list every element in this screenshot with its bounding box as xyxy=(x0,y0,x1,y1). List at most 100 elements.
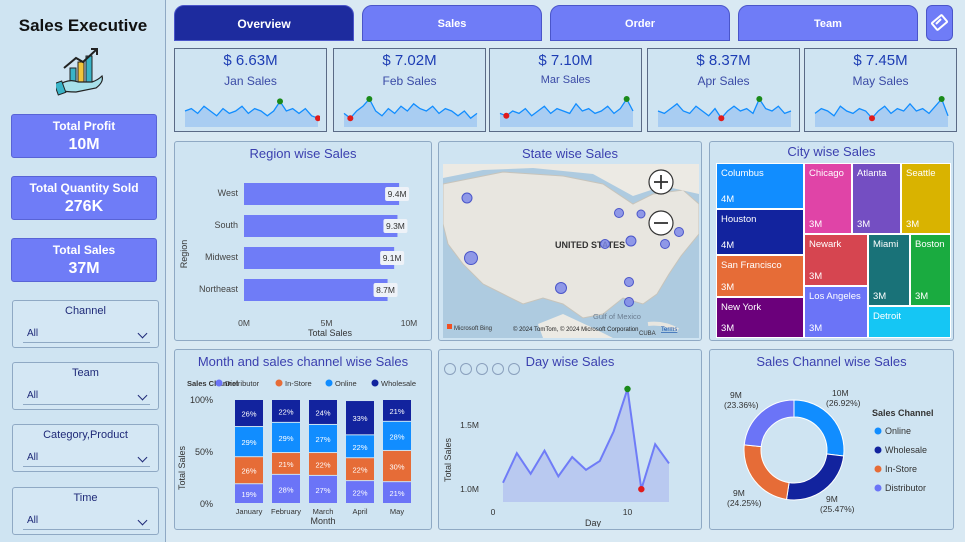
slice-percent-label: (25.47%) xyxy=(820,504,855,514)
tm-name: New York xyxy=(721,302,762,313)
terms-link[interactable]: Terms xyxy=(661,327,677,333)
state-map-visual[interactable]: State wise Sales UNITED STATES Gulf of M… xyxy=(438,141,702,341)
app-title: Sales Executive xyxy=(18,16,148,35)
month-card-may: $ 7.45M May Sales xyxy=(804,48,957,132)
treemap-cell-detroit[interactable]: Detroit xyxy=(868,306,951,338)
legend-marker xyxy=(325,379,333,387)
map-bubble[interactable] xyxy=(624,277,634,287)
map-bubble[interactable] xyxy=(600,239,610,249)
region-sales-visual[interactable]: Region wise Sales Region Total Sales Wes… xyxy=(174,141,432,341)
region-category-label: South xyxy=(214,220,238,230)
segment-label: 22% xyxy=(352,466,367,475)
treemap-cell-columbus[interactable]: Columbus 4M xyxy=(716,163,804,209)
bing-logo-icon xyxy=(447,324,452,329)
map-bubble[interactable] xyxy=(624,297,634,307)
x-tick: February xyxy=(271,507,301,516)
tab-team[interactable]: Team xyxy=(738,5,918,41)
slicer-team[interactable]: Team All xyxy=(12,362,159,410)
x-tick: 10 xyxy=(623,507,633,517)
zoom-in-button[interactable] xyxy=(648,169,674,195)
tm-name: Houston xyxy=(721,214,757,225)
channel-dropdown[interactable]: All xyxy=(23,325,150,343)
segment-label: 33% xyxy=(352,414,367,423)
tm-value: 3M xyxy=(809,323,823,334)
month-channel-visual[interactable]: Month and sales channel wise Sales Sales… xyxy=(174,349,432,530)
map-bubble[interactable] xyxy=(464,251,478,265)
tm-name: Detroit xyxy=(873,311,901,322)
segment-label: 22% xyxy=(278,407,293,416)
zoom-out-button[interactable] xyxy=(648,210,674,236)
treemap-cell-miami[interactable]: Miami 3M xyxy=(868,234,910,306)
region-bar xyxy=(244,247,395,269)
treemap-cell-new-york[interactable]: New York 3M xyxy=(716,297,804,338)
map-copyright: © 2024 TomTom, © 2024 Microsoft Corporat… xyxy=(513,326,638,333)
x-tick: 0 xyxy=(491,507,496,517)
country-label: UNITED STATES xyxy=(555,240,625,250)
category-product-dropdown[interactable]: All xyxy=(23,449,150,467)
slicer-channel[interactable]: Channel All xyxy=(12,300,159,348)
y-tick: 1.0M xyxy=(460,484,479,494)
treemap-cell-houston[interactable]: Houston 4M xyxy=(716,209,804,255)
dropdown-value: All xyxy=(27,452,39,463)
slicer-time[interactable]: Time All xyxy=(12,487,159,535)
tm-name: Columbus xyxy=(721,168,764,179)
day-area-chart: Total Sales Day 1.5M 1.0M 0 10 xyxy=(443,385,670,527)
sparkline xyxy=(657,96,792,127)
sparkline-max-point xyxy=(756,96,763,102)
slice-percent-label: (26.92%) xyxy=(826,398,861,408)
map-bubble[interactable] xyxy=(674,227,684,237)
map-bubble[interactable] xyxy=(614,208,624,218)
legend-title: Sales Channel xyxy=(872,408,934,418)
tm-name: Chicago xyxy=(809,168,844,179)
month-sales-value: $ 7.45M xyxy=(853,52,908,69)
us-map[interactable]: UNITED STATES Gulf of Mexico CUBA Micros… xyxy=(443,164,699,338)
eraser-button[interactable] xyxy=(926,5,953,41)
day-sales-visual[interactable]: Day wise Sales Total Sales Day 1.5M 1.0M 0… xyxy=(438,349,702,530)
map-bubble[interactable] xyxy=(636,209,646,219)
tm-value: 3M xyxy=(809,219,823,230)
channel-donut-visual[interactable]: Sales Channel wise Sales Sales Channel 1… xyxy=(709,349,954,530)
y-axis-label: Total Sales xyxy=(443,437,453,482)
map-bubble[interactable] xyxy=(461,192,473,204)
time-dropdown[interactable]: All xyxy=(23,512,150,530)
treemap[interactable]: Columbus 4M Houston 4M San Francisco 3M New… xyxy=(716,163,951,338)
dropdown-value: All xyxy=(27,390,39,401)
tab-sales[interactable]: Sales xyxy=(362,5,542,41)
treemap-cell-seattle[interactable]: Seattle 3M xyxy=(901,163,951,234)
sparkline-min-point xyxy=(503,112,510,119)
sparkline-min-point xyxy=(869,115,875,122)
tab-order[interactable]: Order xyxy=(550,5,730,41)
treemap-cell-los-angeles[interactable]: Los Angeles 3M xyxy=(804,286,868,338)
region-data-label: 9.4M xyxy=(388,189,407,199)
city-treemap-visual[interactable]: City wise Sales Columbus 4M Houston 4M San… xyxy=(709,141,954,341)
kpi-total-quantity-sold: Total Quantity Sold 276K xyxy=(11,176,157,220)
map-bubble[interactable] xyxy=(555,282,567,294)
month-sales-value: $ 7.02M xyxy=(382,52,437,69)
slicer-label: Time xyxy=(73,492,98,504)
segment-label: 27% xyxy=(315,486,330,495)
segment-label: 19% xyxy=(241,490,256,499)
region-category-label: West xyxy=(218,188,239,198)
kpi-label: Total Sales xyxy=(52,243,116,257)
legend-marker xyxy=(874,427,882,435)
slicer-category-product[interactable]: Category,Product All xyxy=(12,424,159,472)
legend-label: Wholesale xyxy=(885,445,927,455)
map-bubble[interactable] xyxy=(660,239,670,249)
tab-overview[interactable]: Overview xyxy=(174,5,354,41)
team-dropdown[interactable]: All xyxy=(23,387,150,405)
treemap-cell-boston[interactable]: Boston 3M xyxy=(910,234,951,306)
treemap-cell-chicago[interactable]: Chicago 3M xyxy=(804,163,852,234)
gulf-label: Gulf of Mexico xyxy=(593,312,641,321)
legend-marker xyxy=(371,379,379,387)
x-tick: April xyxy=(352,507,367,516)
map-bubble[interactable] xyxy=(625,235,637,247)
donut-slice xyxy=(793,399,845,457)
region-bar xyxy=(244,279,388,301)
sparkline-area xyxy=(658,99,791,127)
sparkline-min-point xyxy=(718,115,725,122)
cuba-label: CUBA xyxy=(639,331,656,337)
kpi-label: Total Profit xyxy=(52,119,116,133)
treemap-cell-atlanta[interactable]: Atlanta 3M xyxy=(852,163,901,234)
treemap-cell-san-francisco[interactable]: San Francisco 3M xyxy=(716,255,804,297)
treemap-cell-newark[interactable]: Newark 3M xyxy=(804,234,868,286)
